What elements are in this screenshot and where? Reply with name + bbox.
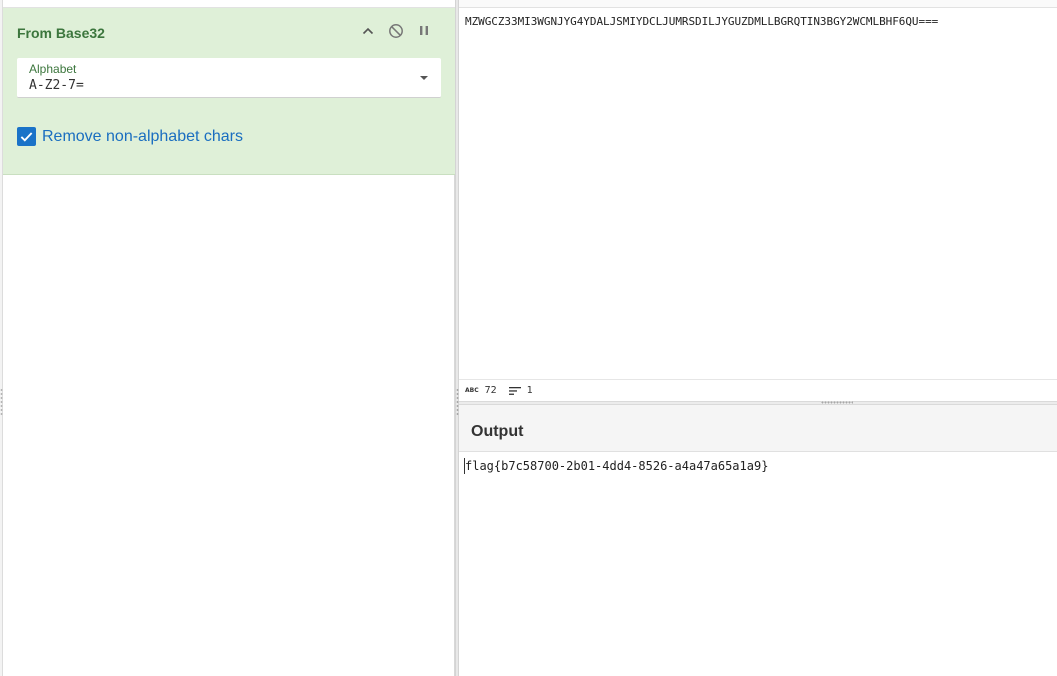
alphabet-value[interactable]: A-Z2-7= — [29, 78, 84, 93]
recipe-panel: From Base32 Alphabet A-Z2-7= Remove non-… — [3, 0, 455, 676]
remove-non-alphabet-checkbox[interactable] — [17, 127, 36, 146]
input-lines-value: 1 — [526, 385, 533, 396]
output-textarea[interactable]: flag{b7c58700-2b01-4dd4-8526-a4a47a65a1a… — [465, 459, 768, 473]
app-window: From Base32 Alphabet A-Z2-7= Remove non-… — [0, 0, 1057, 676]
abc-icon: ABC — [465, 387, 479, 394]
operation-controls — [359, 22, 433, 40]
remove-non-alphabet-option[interactable]: Remove non-alphabet chars — [17, 127, 243, 146]
remove-non-alphabet-label: Remove non-alphabet chars — [42, 127, 244, 145]
input-length-value: 72 — [484, 385, 497, 396]
input-length-stat: ABC 72 — [465, 385, 497, 396]
pause-icon[interactable] — [415, 22, 433, 40]
output-header: Output — [459, 405, 1057, 452]
recipe-top-border — [3, 0, 455, 8]
input-status-bar: ABC 72 1 — [459, 379, 1057, 401]
chevron-up-icon[interactable] — [359, 22, 377, 40]
io-panel: MZWGCZ33MI3WGNJYG4YDALJSMIYDCLJUMRSDILJY… — [459, 0, 1057, 676]
input-textarea[interactable]: MZWGCZ33MI3WGNJYG4YDALJSMIYDCLJUMRSDILJY… — [465, 15, 1051, 28]
alphabet-dropdown[interactable]: Alphabet A-Z2-7= — [17, 58, 441, 98]
input-top-border — [459, 0, 1057, 8]
lines-icon — [508, 386, 521, 396]
operation-title: From Base32 — [17, 25, 105, 41]
horizontal-splitter-handle[interactable] — [821, 401, 853, 404]
alphabet-label: Alphabet — [29, 62, 77, 76]
checkmark-icon — [20, 132, 33, 142]
operation-card-from-base32[interactable]: From Base32 Alphabet A-Z2-7= Remove non-… — [3, 8, 455, 175]
output-title: Output — [471, 423, 524, 440]
input-lines-stat: 1 — [508, 385, 533, 396]
caret-down-icon[interactable] — [419, 74, 429, 82]
disable-icon[interactable] — [387, 22, 405, 40]
